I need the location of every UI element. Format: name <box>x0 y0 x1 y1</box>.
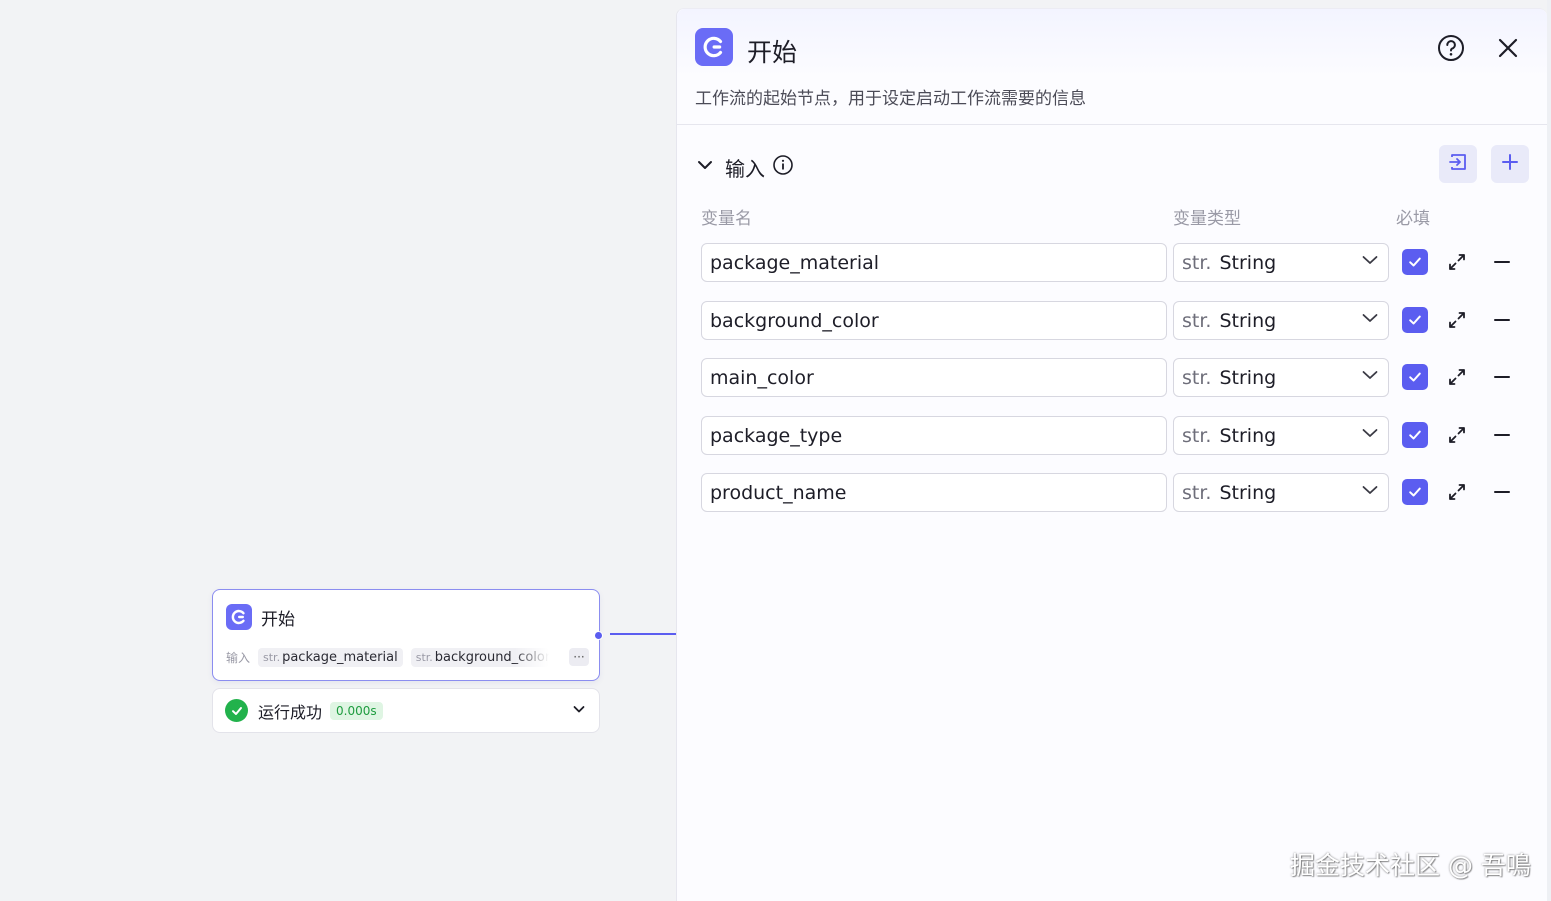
variable-row: str. String <box>701 416 1531 456</box>
node-config-panel: 开始 工作流的起始节点，用于设定启动工作流需要的信息 输入 变量名 变量类型 必… <box>676 8 1547 901</box>
column-header-name: 变量名 <box>701 209 752 229</box>
run-time-badge: 0.000s <box>330 701 383 720</box>
chevron-down-icon[interactable] <box>695 155 715 179</box>
required-checkbox[interactable] <box>1402 479 1428 505</box>
node-output-handle[interactable] <box>594 631 603 640</box>
expand-icon[interactable] <box>1446 309 1468 331</box>
import-button[interactable] <box>1439 145 1477 183</box>
type-value: String <box>1219 481 1277 504</box>
type-value: String <box>1219 366 1277 389</box>
required-checkbox[interactable] <box>1402 307 1428 333</box>
variable-name-input[interactable] <box>701 301 1167 340</box>
chevron-down-icon[interactable] <box>571 701 587 721</box>
connection-edge[interactable] <box>610 633 676 635</box>
section-title: 输入 <box>725 156 765 181</box>
expand-icon[interactable] <box>1446 366 1468 388</box>
panel-description: 工作流的起始节点，用于设定启动工作流需要的信息 <box>695 89 1086 109</box>
watermark: 掘金技术社区 @ 吾鳴 <box>1290 851 1531 880</box>
variable-type-select[interactable]: str. String <box>1173 301 1389 340</box>
required-checkbox[interactable] <box>1402 249 1428 275</box>
type-prefix: str. <box>1182 309 1212 332</box>
type-prefix: str. <box>1182 366 1212 389</box>
minus-icon[interactable] <box>1491 309 1513 331</box>
add-variable-button[interactable] <box>1491 145 1529 183</box>
expand-icon[interactable] <box>1446 481 1468 503</box>
chevron-down-icon <box>1360 365 1380 390</box>
run-status-bar[interactable]: 运行成功 0.000s <box>212 688 600 733</box>
type-prefix: str. <box>1182 481 1212 504</box>
type-value: String <box>1219 251 1277 274</box>
start-node-inputs: 输入 str. package_material str. background_c… <box>226 646 589 668</box>
expand-icon[interactable] <box>1446 424 1468 446</box>
minus-icon[interactable] <box>1491 366 1513 388</box>
variable-name-input[interactable] <box>701 416 1167 455</box>
type-prefix: str. <box>1182 251 1212 274</box>
required-checkbox[interactable] <box>1402 422 1428 448</box>
variable-type-select[interactable]: str. String <box>1173 243 1389 282</box>
question-circle-icon[interactable] <box>1436 33 1466 63</box>
variable-row: str. String <box>701 473 1531 513</box>
panel-title: 开始 <box>747 38 798 67</box>
variable-row: str. String <box>701 243 1531 283</box>
workflow-start-icon <box>695 28 733 66</box>
start-node[interactable]: 开始 输入 str. package_material str. backgroun… <box>212 589 600 681</box>
start-node-header: 开始 <box>226 604 295 630</box>
inputs-label: 输入 <box>226 650 251 665</box>
panel-header: 开始 工作流的起始节点，用于设定启动工作流需要的信息 <box>677 9 1547 125</box>
required-checkbox[interactable] <box>1402 364 1428 390</box>
type-value: String <box>1219 424 1277 447</box>
variable-type-select[interactable]: str. String <box>1173 358 1389 397</box>
type-value: String <box>1219 309 1277 332</box>
chevron-down-icon <box>1360 308 1380 333</box>
expand-icon[interactable] <box>1446 251 1468 273</box>
chevron-down-icon <box>1360 250 1380 275</box>
variable-type-select[interactable]: str. String <box>1173 473 1389 512</box>
start-node-title: 开始 <box>261 609 295 630</box>
chevron-down-icon <box>1360 480 1380 505</box>
variable-name-input[interactable] <box>701 358 1167 397</box>
window-edge <box>1547 0 1551 901</box>
input-section-header: 输入 <box>695 147 1529 187</box>
workflow-canvas[interactable] <box>0 0 676 901</box>
plus-icon <box>1500 152 1520 176</box>
chevron-down-icon <box>1360 423 1380 448</box>
variable-name-input[interactable] <box>701 243 1167 282</box>
minus-icon[interactable] <box>1491 251 1513 273</box>
column-header-type: 变量类型 <box>1173 209 1241 229</box>
variable-type-select[interactable]: str. String <box>1173 416 1389 455</box>
variable-name-input[interactable] <box>701 473 1167 512</box>
close-icon[interactable] <box>1493 33 1523 63</box>
check-circle-icon <box>225 699 248 722</box>
column-header-required: 必填 <box>1396 209 1430 229</box>
variable-row: str. String <box>701 358 1531 398</box>
run-status-label: 运行成功 <box>258 702 323 722</box>
input-chip: str. background_color <box>410 647 549 667</box>
type-prefix: str. <box>1182 424 1212 447</box>
input-chip: str. package_material <box>258 647 403 667</box>
more-inputs-button[interactable]: ··· <box>569 648 589 666</box>
minus-icon[interactable] <box>1491 481 1513 503</box>
info-circle-icon[interactable] <box>772 154 794 180</box>
workflow-start-icon <box>226 604 252 630</box>
minus-icon[interactable] <box>1491 424 1513 446</box>
variable-row: str. String <box>701 301 1531 341</box>
import-icon <box>1447 151 1469 177</box>
